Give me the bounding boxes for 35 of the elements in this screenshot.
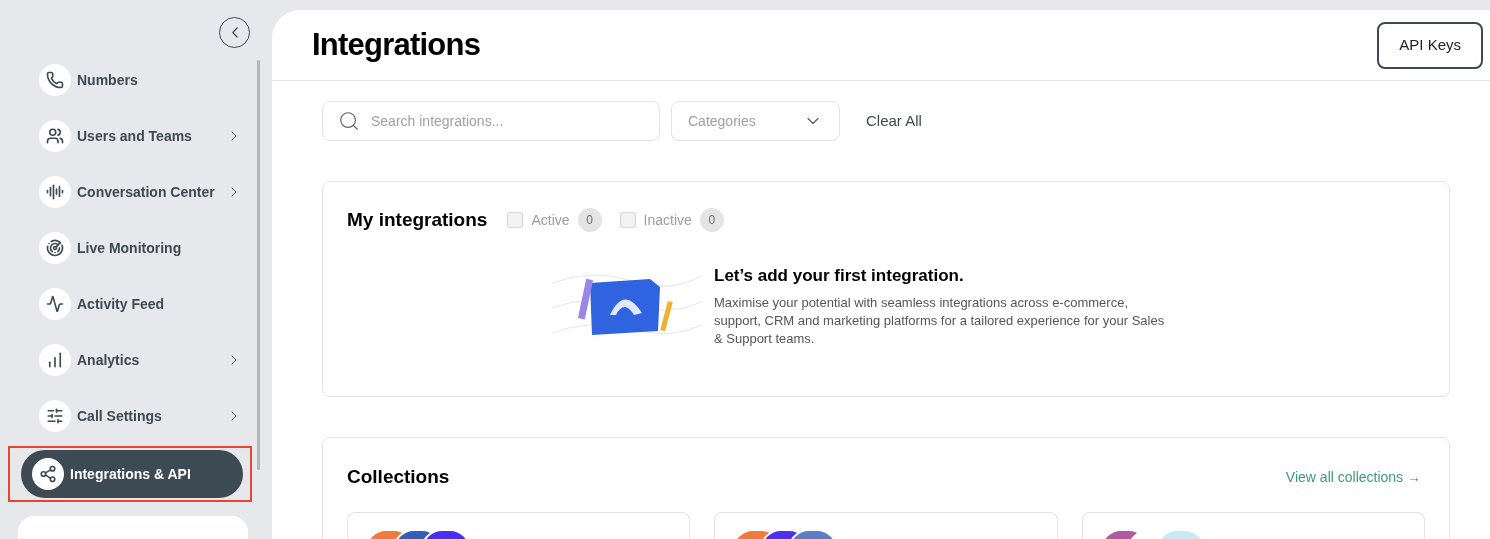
checkbox[interactable] (507, 212, 524, 229)
sidebar-item[interactable]: Conversation Center (28, 168, 250, 216)
count-badge: 0 (699, 208, 724, 233)
sidebar-item[interactable]: Users and Teams (28, 112, 250, 160)
clear-all-button[interactable]: Clear All (866, 109, 922, 133)
checkbox[interactable] (619, 212, 636, 229)
chevron-left-icon (231, 27, 238, 38)
sidebar-item[interactable]: Analytics (28, 336, 250, 384)
section-title: Collections (347, 465, 450, 489)
view-all-link[interactable]: View all collections → (1285, 466, 1421, 488)
status-filter[interactable]: Active 0 (507, 208, 602, 233)
count-badge: 0 (577, 208, 602, 233)
radar-icon (39, 232, 71, 264)
search-field[interactable]: Search integrations... (322, 101, 660, 141)
sidebar-item[interactable]: Call Settings (28, 392, 250, 440)
api-keys-button[interactable]: API Keys (1377, 21, 1483, 69)
sidebar-card[interactable] (18, 516, 248, 539)
sidebar-item[interactable]: Activity Feed (28, 280, 250, 328)
pulse-icon (39, 288, 71, 320)
status-filter[interactable]: Inactive 0 (619, 208, 724, 233)
empty-state-title: Let’s add your first integration. (714, 264, 965, 287)
sound-wave-icon (39, 176, 71, 208)
scrollbar[interactable] (257, 60, 260, 470)
users-icon (39, 120, 71, 152)
nodes-icon (32, 458, 64, 490)
sidebar-item[interactable]: Integrations & API (21, 450, 243, 498)
search-icon (338, 110, 360, 132)
bar-chart-icon (39, 344, 71, 376)
sidebar-item[interactable]: Numbers (28, 56, 250, 104)
page-title: Integrations (312, 25, 481, 64)
sliders-icon (39, 400, 71, 432)
empty-state-text: Maximise your potential with seamless integrations across e-commerce, support, CRM and marketing platforms for a tailored experience for your Sales & Support teams. (714, 294, 1166, 348)
sidebar-item[interactable]: Live Monitoring (28, 224, 250, 272)
section-title: My integrations (347, 208, 488, 232)
phone-icon (39, 64, 71, 96)
